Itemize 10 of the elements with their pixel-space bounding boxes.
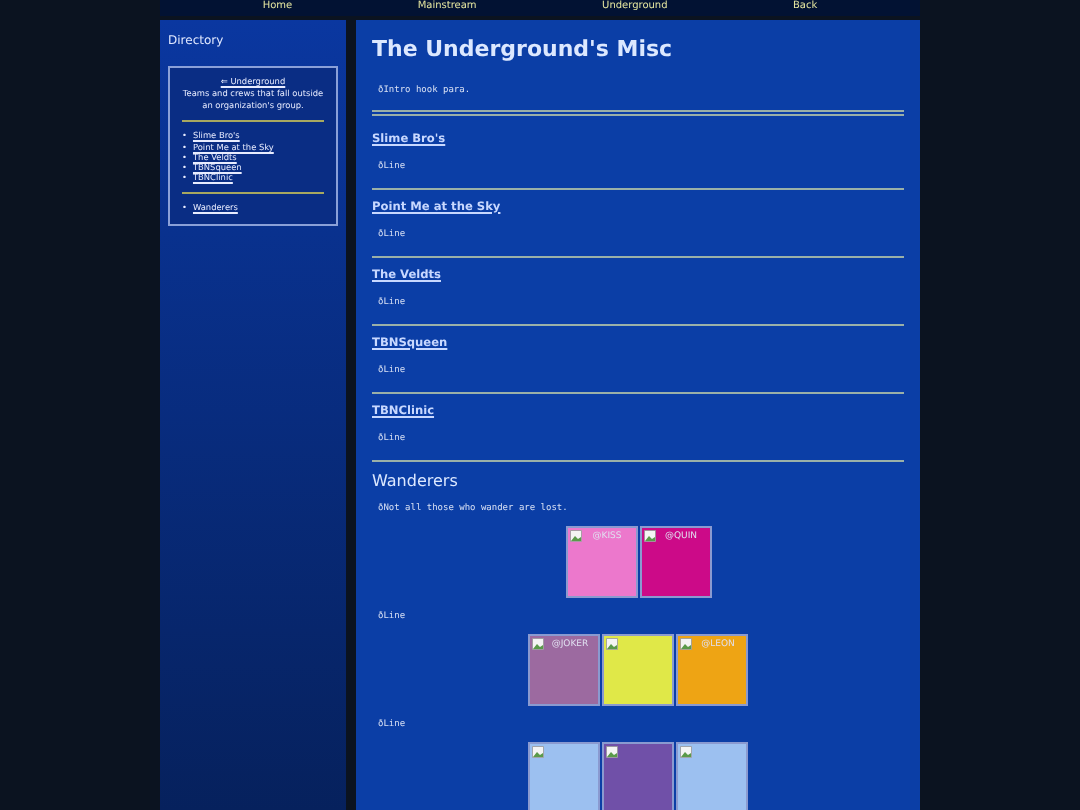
broken-image-icon bbox=[643, 529, 655, 542]
broken-image-icon bbox=[532, 637, 544, 650]
broken-image-icon bbox=[532, 745, 544, 758]
broken-image-icon bbox=[680, 745, 692, 758]
broken-image-icon bbox=[606, 637, 618, 650]
page-title: The Underground's Misc bbox=[372, 35, 675, 62]
broken-image-icon bbox=[680, 637, 692, 650]
broken-image-icon bbox=[569, 529, 581, 542]
broken-image-icon bbox=[606, 745, 618, 758]
section-heading: Wanderers bbox=[372, 471, 460, 492]
